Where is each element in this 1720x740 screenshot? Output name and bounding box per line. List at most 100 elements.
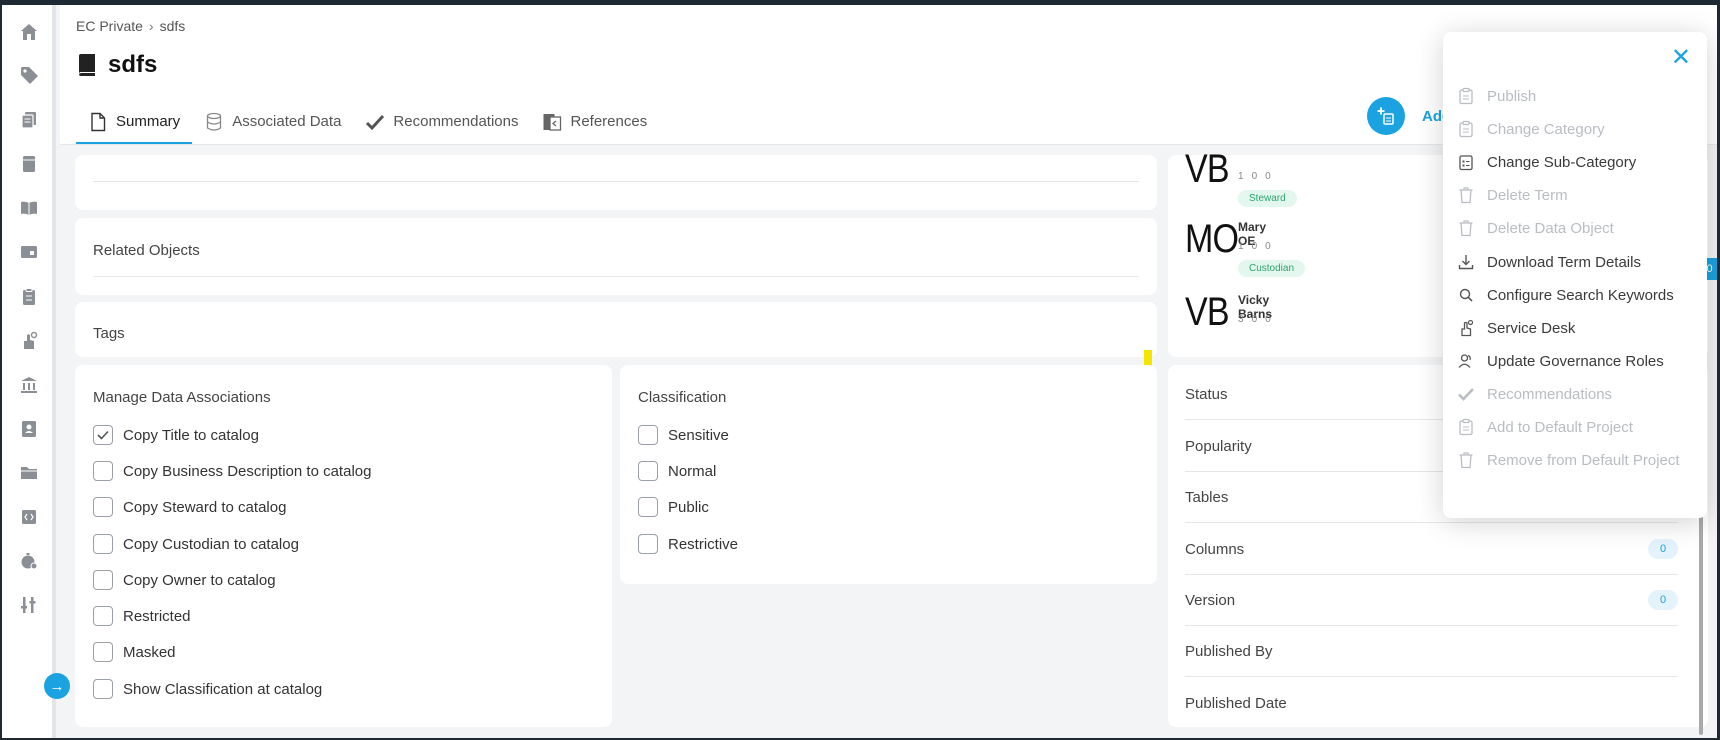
option-copy-steward[interactable]: Copy Steward to catalog (93, 497, 286, 517)
page-title: sdfs (108, 51, 158, 78)
checkbox[interactable] (638, 461, 658, 481)
trash-icon (1459, 452, 1473, 469)
code-icon[interactable] (18, 506, 40, 528)
option-label: Show Classification at catalog (123, 680, 323, 698)
checklist-icon[interactable] (18, 286, 40, 308)
menu-item-download-term-details[interactable]: Download Term Details (1457, 250, 1641, 274)
tab-bar: Summary Associated Data Recommendations … (76, 101, 659, 145)
option-masked[interactable]: Masked (93, 642, 176, 662)
menu-item-label: Change Sub-Category (1487, 153, 1637, 171)
close-icon[interactable]: ✕ (1671, 46, 1691, 70)
checkbox[interactable] (93, 642, 113, 662)
detail-label: Published Date (1185, 695, 1287, 712)
documents-icon[interactable] (18, 109, 40, 131)
option-copy-owner[interactable]: Copy Owner to catalog (93, 570, 276, 590)
messages-count: 0 (1265, 171, 1271, 182)
menu-item-delete-data-object[interactable]: Delete Data Object (1457, 216, 1614, 240)
checkbox[interactable] (93, 679, 113, 699)
option-label: Sensitive (668, 426, 729, 444)
menu-item-change-sub-category[interactable]: Change Sub-Category (1457, 150, 1636, 174)
option-copy-custodian[interactable]: Copy Custodian to catalog (93, 534, 299, 554)
option-copy-title[interactable]: Copy Title to catalog (93, 425, 259, 445)
avatar: MO (1185, 217, 1239, 261)
menu-item-publish[interactable]: Publish (1457, 84, 1536, 108)
timer-settings-icon[interactable] (18, 550, 40, 572)
open-book-icon[interactable] (18, 197, 40, 219)
option-show-classification[interactable]: Show Classification at catalog (93, 679, 322, 699)
menu-item-label: Update Governance Roles (1487, 352, 1664, 370)
messages-count: 0 (1265, 241, 1271, 252)
menu-item-update-governance-roles[interactable]: Update Governance Roles (1457, 349, 1664, 373)
option-restricted[interactable]: Restricted (93, 606, 191, 626)
expand-nav-arrow-icon[interactable]: → (44, 673, 70, 699)
menu-item-delete-term[interactable]: Delete Term (1457, 183, 1568, 207)
option-sensitive[interactable]: Sensitive (638, 425, 729, 445)
scrollbar[interactable] (1699, 505, 1703, 735)
detail-label: Status (1185, 385, 1228, 403)
menu-item-label: Service Desk (1487, 319, 1576, 337)
option-public[interactable]: Public (638, 497, 709, 517)
checkbox[interactable] (93, 606, 113, 626)
messages-count: 0 (1265, 314, 1271, 325)
related-objects-card: Related Objects (75, 218, 1157, 295)
menu-item-label: Change Category (1487, 120, 1605, 138)
option-label: Normal (668, 462, 717, 480)
tools-icon[interactable] (18, 594, 40, 616)
tab-summary[interactable]: Summary (76, 101, 193, 145)
breadcrumb-root[interactable]: EC Private (76, 18, 143, 34)
menu-item-change-category[interactable]: Change Category (1457, 117, 1605, 141)
folder-icon[interactable] (18, 462, 40, 484)
tag-icon[interactable] (18, 64, 40, 86)
followers-count: 1 (1238, 171, 1244, 182)
detail-label: Published By (1185, 642, 1273, 660)
checkbox[interactable] (93, 570, 113, 590)
add-document-icon (1377, 107, 1394, 125)
option-restrictive[interactable]: Restrictive (638, 534, 738, 554)
menu-item-configure-search-keywords[interactable]: Configure Search Keywords (1457, 283, 1674, 307)
checkbox[interactable] (93, 425, 113, 445)
clipboard-list-icon (1459, 120, 1473, 138)
followers-count: 3 (1238, 314, 1244, 325)
checkbox[interactable] (93, 461, 113, 481)
tab-references[interactable]: References (530, 101, 659, 145)
checkbox[interactable] (638, 497, 658, 517)
hand-icon[interactable] (18, 330, 40, 352)
database-icon (207, 112, 222, 131)
checkbox[interactable] (638, 534, 658, 554)
menu-item-service-desk[interactable]: Service Desk (1457, 316, 1575, 340)
tab-recommendations-label: Recommendations (393, 113, 519, 130)
check-icon (366, 114, 385, 130)
tab-associated-data[interactable]: Associated Data (192, 101, 353, 145)
breadcrumb-current: sdfs (159, 18, 186, 34)
dashboard-icon[interactable] (18, 241, 40, 263)
contact-icon[interactable] (18, 418, 40, 440)
checkmark-icon (97, 430, 109, 440)
option-copy-business-description[interactable]: Copy Business Description to catalog (93, 461, 371, 481)
check-icon (1458, 388, 1474, 401)
home-icon[interactable] (18, 21, 40, 43)
menu-item-label: Recommendations (1487, 385, 1613, 403)
menu-item-recommendations[interactable]: Recommendations (1457, 382, 1612, 406)
tab-recommendations[interactable]: Recommendations (353, 101, 530, 145)
users-icon (1458, 354, 1471, 368)
detail-label: Columns (1185, 540, 1245, 558)
documents-count: 0 (1251, 241, 1258, 252)
checkbox[interactable] (93, 497, 113, 517)
detail-published-by: Published By (1185, 626, 1678, 677)
followers-count: 1 (1238, 241, 1244, 252)
checkbox[interactable] (93, 534, 113, 554)
detail-label: Popularity (1185, 437, 1252, 455)
add-button[interactable] (1367, 97, 1405, 135)
book-icon[interactable] (18, 153, 40, 175)
institution-icon[interactable] (18, 374, 40, 396)
option-label: Copy Custodian to catalog (123, 535, 299, 553)
menu-item-remove-from-default-project[interactable]: Remove from Default Project (1457, 448, 1680, 472)
option-label: Copy Owner to catalog (123, 571, 276, 589)
checkbox[interactable] (638, 425, 658, 445)
option-normal[interactable]: Normal (638, 461, 716, 481)
related-objects-title: Related Objects (93, 242, 200, 259)
clipboard-icon (1459, 87, 1473, 105)
menu-item-add-to-default-project[interactable]: Add to Default Project (1457, 415, 1633, 439)
manage-data-associations-title: Manage Data Associations (93, 389, 271, 406)
avatar: VB (1185, 147, 1230, 191)
